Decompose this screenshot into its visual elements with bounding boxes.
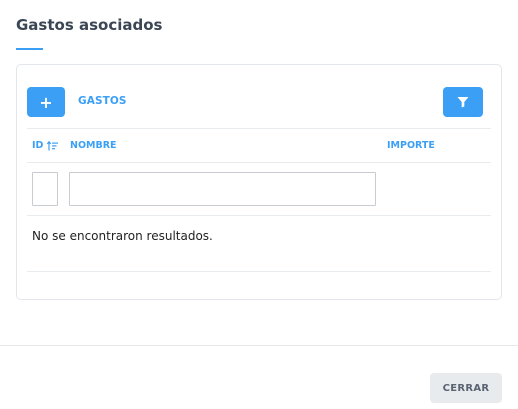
- filter-button[interactable]: [443, 87, 483, 117]
- header-divider: [27, 128, 491, 129]
- id-filter-input[interactable]: [32, 172, 58, 206]
- filter-divider: [27, 215, 491, 216]
- nombre-filter-input[interactable]: [69, 172, 376, 206]
- title-underline: [16, 48, 43, 50]
- empty-message: No se encontraron resultados.: [32, 229, 213, 243]
- table-bottom-divider: [27, 271, 491, 272]
- dialog-title: Gastos asociados: [16, 16, 163, 34]
- expenses-card: + GASTOS ID NOMBRE IMPORTE No se encontr…: [16, 64, 502, 300]
- column-header-importe[interactable]: IMPORTE: [387, 140, 435, 151]
- filter-icon: [457, 97, 469, 108]
- footer-divider: [0, 345, 518, 346]
- column-header-id-label: ID: [32, 140, 44, 151]
- section-label: GASTOS: [78, 95, 127, 107]
- add-expense-button[interactable]: +: [27, 87, 65, 117]
- column-divider: [27, 162, 491, 163]
- column-header-id[interactable]: ID: [32, 140, 59, 151]
- sort-icon[interactable]: [47, 140, 59, 151]
- close-button[interactable]: CERRAR: [430, 373, 502, 403]
- column-header-nombre[interactable]: NOMBRE: [70, 140, 117, 151]
